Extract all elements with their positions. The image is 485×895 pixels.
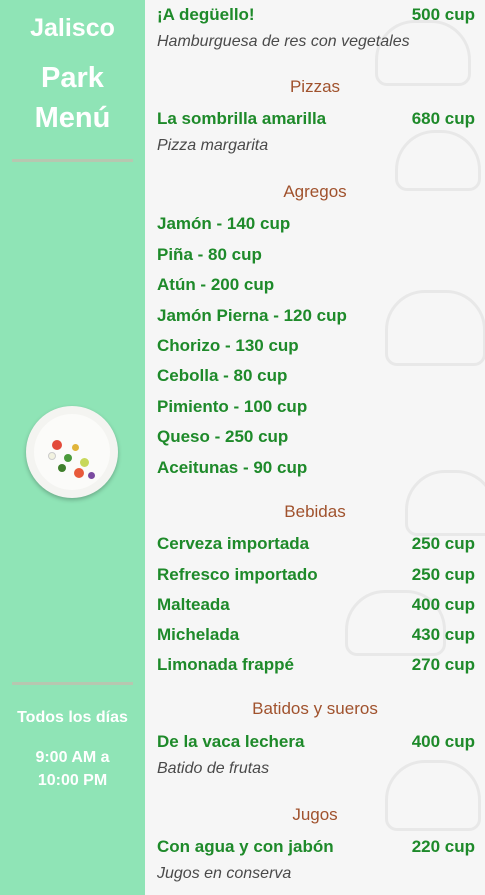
item-description: Pizza margarita <box>157 137 269 154</box>
garnish-dot <box>72 444 79 451</box>
section-title-agregos: Agregos <box>283 182 347 201</box>
garnish-dot <box>74 468 84 478</box>
item-name: De la vaca lechera <box>157 732 305 751</box>
drink-price: 400 cup <box>411 595 475 614</box>
bottom-divider <box>12 682 133 685</box>
addon-item: Atún - 200 cup <box>157 275 275 294</box>
item-name: La sombrilla amarilla <box>157 109 327 128</box>
brand-title-line3: Menú <box>34 102 111 134</box>
schedule-days: Todos los días <box>17 709 128 726</box>
plate-center <box>34 414 110 490</box>
hours-line1: 9:00 AM a <box>35 749 110 766</box>
item-price: 400 cup <box>411 732 475 751</box>
section-title-batidos: Batidos y sueros <box>252 699 378 718</box>
addon-item: Jamón Pierna - 120 cup <box>157 306 347 325</box>
food-plate-image <box>26 406 118 498</box>
garnish-dot <box>64 454 72 462</box>
section-title-jugos: Jugos <box>292 805 338 824</box>
addon-item: Cebolla - 80 cup <box>157 366 288 385</box>
item-description: Jugos en conserva <box>157 865 292 882</box>
drink-price: 250 cup <box>411 534 475 553</box>
section-title-bebidas: Bebidas <box>284 502 346 521</box>
item-name: ¡A degüello! <box>157 5 255 24</box>
hours-line2: 10:00 PM <box>37 772 108 789</box>
brand-title-line2: Park <box>41 62 104 94</box>
garnish-dot <box>58 464 66 472</box>
item-name: Con agua y con jabón <box>157 837 334 856</box>
addon-item: Queso - 250 cup <box>157 427 289 446</box>
drink-price: 250 cup <box>411 565 475 584</box>
addon-item: Piña - 80 cup <box>157 245 262 264</box>
item-price: 680 cup <box>411 109 475 128</box>
item-price: 500 cup <box>411 5 475 24</box>
addon-item: Chorizo - 130 cup <box>157 336 299 355</box>
drink-name: Malteada <box>157 595 230 614</box>
garnish-dot <box>48 452 56 460</box>
garnish-dot <box>80 458 89 467</box>
drink-name: Refresco importado <box>157 565 318 584</box>
drink-name: Cerveza importada <box>157 534 310 553</box>
drink-name: Limonada frappé <box>157 655 294 674</box>
item-price: 220 cup <box>411 837 475 856</box>
addon-item: Pimiento - 100 cup <box>157 397 308 416</box>
brand-title-line1: Jalisco <box>30 14 115 42</box>
item-description: Batido de frutas <box>157 760 270 777</box>
addon-item: Aceitunas - 90 cup <box>157 458 308 477</box>
sidebar: Jalisco Park Menú Todos los días 9:00 AM… <box>0 0 145 895</box>
drink-name: Michelada <box>157 625 240 644</box>
top-divider <box>12 159 133 162</box>
section-title-pizzas: Pizzas <box>289 77 341 96</box>
addon-item: Jamón - 140 cup <box>157 214 291 233</box>
menu-panel: ¡A degüello! 500 cup Hamburguesa de res … <box>145 0 485 895</box>
burger-bg-icon <box>385 290 485 366</box>
garnish-dot <box>88 472 95 479</box>
drink-price: 430 cup <box>411 625 475 644</box>
drink-price: 270 cup <box>411 655 475 674</box>
item-description: Hamburguesa de res con vegetales <box>157 33 410 50</box>
garnish-dot <box>52 440 62 450</box>
